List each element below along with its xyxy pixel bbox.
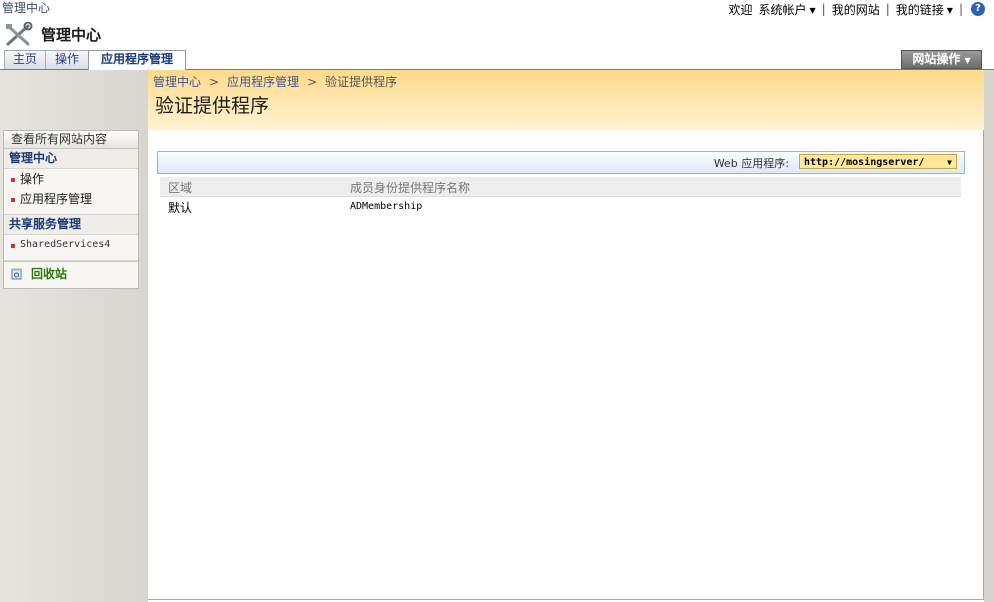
chevron-down-icon: ▼ <box>964 56 971 65</box>
main-content: Web 应用程序: http://mosingserver/ ▼ 区域 成员身份… <box>148 130 984 600</box>
page-header-band: 管理中心 > 应用程序管理 > 验证提供程序 验证提供程序 <box>148 70 984 131</box>
column-header-zone: 区域 <box>168 181 193 195</box>
my-links-menu[interactable]: 我的链接 ▼ <box>896 1 953 18</box>
divider: | <box>821 2 826 16</box>
zone-cell[interactable]: 默认 <box>168 199 192 216</box>
quick-launch: 查看所有网站内容 管理中心 操作 应用程序管理 共享服务管理 SharedSer… <box>3 130 139 289</box>
view-all-site-content-link[interactable]: 查看所有网站内容 <box>4 131 138 149</box>
help-icon[interactable]: ? <box>971 2 985 16</box>
nav-heading-shared-services[interactable]: 共享服务管理 <box>4 215 138 235</box>
top-nav-tabs: 主页 操作 应用程序管理 网站操作 ▼ <box>0 50 994 70</box>
breadcrumb-separator: > <box>209 75 220 89</box>
chevron-down-icon: ▼ <box>946 5 953 15</box>
my-links-label: 我的链接 <box>895 2 944 17</box>
membership-provider-cell: ADMembership <box>350 201 423 212</box>
breadcrumb: 管理中心 > 应用程序管理 > 验证提供程序 <box>153 73 397 90</box>
web-app-label: Web 应用程序: <box>713 157 789 170</box>
recycle-bin-label: 回收站 <box>31 267 68 281</box>
table-row: 默认 ADMembership <box>160 197 961 217</box>
site-actions-menu[interactable]: 网站操作 ▼ <box>901 50 982 69</box>
table-header: 区域 成员身份提供程序名称 <box>160 177 961 197</box>
title-row: 管理中心 <box>0 18 994 50</box>
global-top-bar: 管理中心 欢迎 系统帐户 ▼ | 我的网站 | 我的链接 ▼ | ? <box>0 0 994 18</box>
breadcrumb-separator: > <box>307 75 318 89</box>
site-actions-label: 网站操作 <box>912 52 961 66</box>
nav-heading-central-admin[interactable]: 管理中心 <box>4 149 138 169</box>
tab-application-management[interactable]: 应用程序管理 <box>88 50 186 70</box>
nav-item-sharedservices4[interactable]: SharedServices4 <box>4 235 138 255</box>
site-name[interactable]: 管理中心 <box>2 0 50 16</box>
recycle-bin-link[interactable]: 回收站 <box>4 261 138 288</box>
divider: | <box>885 2 890 16</box>
tab-home[interactable]: 主页 <box>4 50 46 69</box>
column-header-membership-provider: 成员身份提供程序名称 <box>350 181 471 195</box>
breadcrumb-link-application-management[interactable]: 应用程序管理 <box>227 75 299 89</box>
right-gutter <box>984 70 994 602</box>
divider: | <box>958 2 963 16</box>
chevron-down-icon: ▼ <box>809 5 816 15</box>
breadcrumb-link-central-admin[interactable]: 管理中心 <box>153 75 201 89</box>
site-title[interactable]: 管理中心 <box>41 24 101 45</box>
user-menu[interactable]: 系统帐户 ▼ <box>759 1 816 18</box>
my-site-link[interactable]: 我的网站 <box>832 1 880 18</box>
provider-table: 区域 成员身份提供程序名称 默认 ADMembership <box>160 177 961 217</box>
tools-icon <box>6 22 33 46</box>
nav-item-application-management[interactable]: 应用程序管理 <box>4 189 138 209</box>
web-app-selected-value: http://mosingserver/ <box>804 157 925 168</box>
top-right-links: 欢迎 系统帐户 ▼ | 我的网站 | 我的链接 ▼ | ? <box>728 0 994 18</box>
breadcrumb-current: 验证提供程序 <box>325 75 398 89</box>
nav-item-operations[interactable]: 操作 <box>4 169 138 189</box>
page-title: 验证提供程序 <box>155 95 270 117</box>
recycle-bin-icon <box>11 268 22 280</box>
welcome-text: 欢迎 <box>728 2 753 17</box>
web-app-selector[interactable]: http://mosingserver/ ▼ <box>799 154 957 169</box>
user-name: 系统帐户 <box>758 2 807 17</box>
web-app-toolbar: Web 应用程序: http://mosingserver/ ▼ <box>157 151 965 174</box>
chevron-down-icon: ▼ <box>947 158 952 167</box>
tab-operations[interactable]: 操作 <box>45 50 89 69</box>
left-navigation-column: 查看所有网站内容 管理中心 操作 应用程序管理 共享服务管理 SharedSer… <box>0 70 148 602</box>
